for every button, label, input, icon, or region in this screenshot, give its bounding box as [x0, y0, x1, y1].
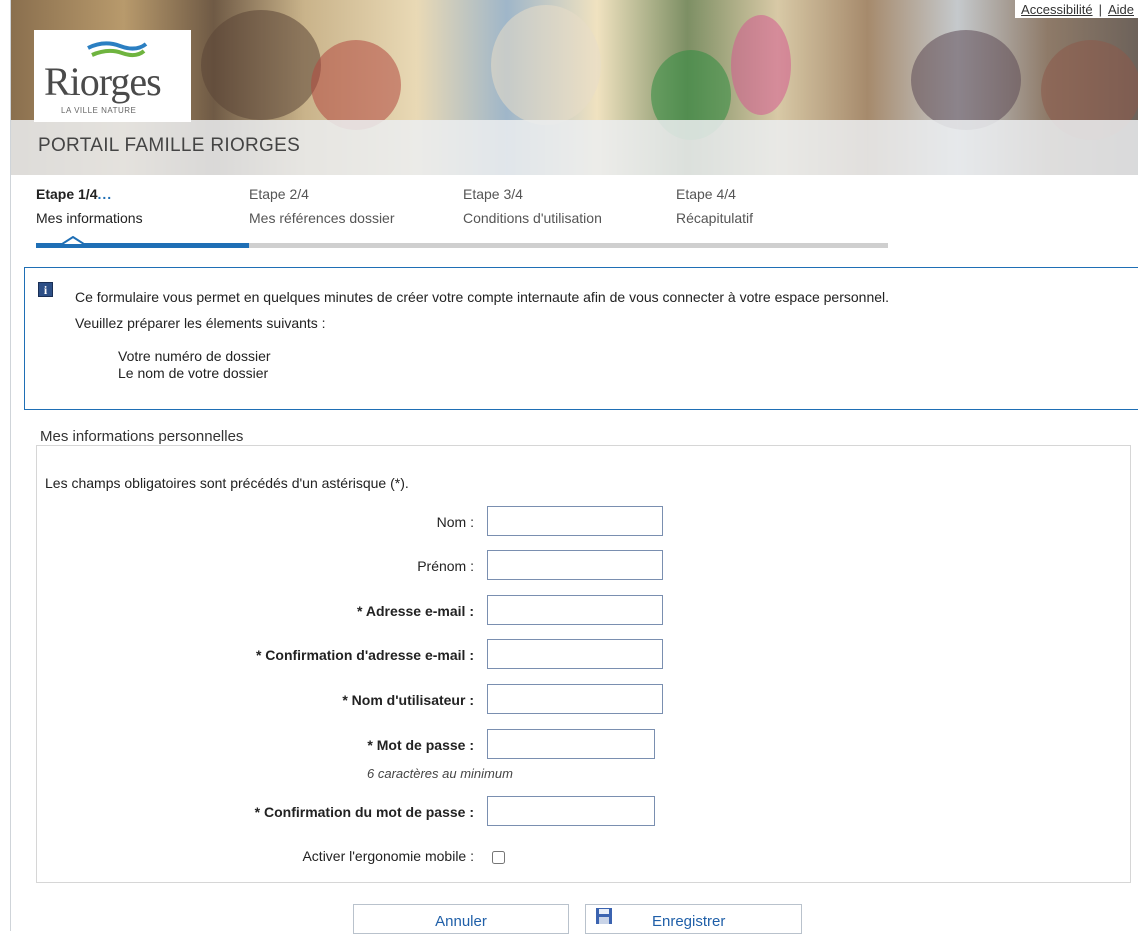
step-4-number: Etape 4/4	[676, 186, 736, 202]
step-2: Etape 2/4 Mes références dossier	[249, 186, 449, 226]
nom-input[interactable]	[487, 506, 663, 536]
help-link[interactable]: Aide	[1108, 2, 1134, 17]
username-input[interactable]	[487, 684, 663, 714]
form-row-password: * Mot de passe :	[0, 729, 1138, 761]
info-required-items: Votre numéro de dossier Le nom de votre …	[118, 348, 271, 382]
info-icon: i	[38, 282, 53, 297]
form-row-email-confirm: * Confirmation d'adresse e-mail :	[0, 639, 1138, 671]
password-input[interactable]	[487, 729, 655, 759]
save-button[interactable]: Enregistrer	[585, 904, 802, 934]
info-intro-text: Ce formulaire vous permet en quelques mi…	[75, 289, 890, 305]
form-row-password-confirm: * Confirmation du mot de passe :	[0, 796, 1138, 828]
email-confirm-label: * Confirmation d'adresse e-mail :	[255, 647, 474, 663]
logo-name: Riorges	[44, 59, 162, 104]
step-1: Etape 1/4... Mes informations	[36, 186, 236, 226]
step-4: Etape 4/4 Récapitulatif	[676, 186, 876, 226]
banner-photo-shape	[491, 5, 601, 125]
mobile-ergonomics-checkbox[interactable]	[492, 851, 505, 864]
floppy-disk-icon	[596, 908, 612, 924]
step-3: Etape 3/4 Conditions d'utilisation	[463, 186, 663, 226]
password-label: * Mot de passe :	[367, 737, 474, 753]
header-banner: Accessibilité | Aide Riorges LA VILLE NA…	[11, 0, 1138, 175]
username-label: * Nom d'utilisateur :	[342, 692, 474, 708]
step-3-label: Conditions d'utilisation	[463, 210, 602, 226]
logo[interactable]: Riorges LA VILLE NATURE	[34, 30, 191, 122]
current-step-caret-icon	[62, 236, 84, 245]
email-input[interactable]	[487, 595, 663, 625]
step-1-progress-dots: ...	[97, 186, 113, 202]
logo-waves-icon	[87, 41, 148, 58]
form-row-prenom: Prénom :	[0, 550, 1138, 582]
accessibility-link[interactable]: Accessibilité	[1021, 2, 1093, 17]
cancel-button-label: Annuler	[435, 913, 487, 930]
form-row-username: * Nom d'utilisateur :	[0, 684, 1138, 716]
cancel-button[interactable]: Annuler	[353, 904, 569, 934]
step-3-number: Etape 3/4	[463, 186, 523, 202]
fieldset-legend: Mes informations personnelles	[38, 428, 248, 445]
banner-photo-shape	[911, 30, 1021, 130]
list-item: Le nom de votre dossier	[118, 365, 269, 381]
top-links-separator: |	[1098, 1, 1102, 17]
form-row-nom: Nom :	[0, 506, 1138, 538]
step-2-number: Etape 2/4	[249, 186, 309, 202]
nom-label: Nom :	[436, 514, 474, 530]
mobile-ergonomics-label: Activer l'ergonomie mobile :	[302, 848, 474, 864]
step-1-label: Mes informations	[36, 210, 143, 226]
banner-photo-shape	[731, 15, 791, 115]
form-row-email: * Adresse e-mail :	[0, 595, 1138, 627]
top-links: Accessibilité | Aide	[1015, 0, 1138, 18]
password-confirm-label: * Confirmation du mot de passe :	[254, 804, 474, 820]
form-row-mobile: Activer l'ergonomie mobile :	[0, 840, 1138, 872]
email-confirm-input[interactable]	[487, 639, 663, 669]
save-button-label: Enregistrer	[652, 913, 726, 930]
info-panel: i Ce formulaire vous permet en quelques …	[24, 267, 1138, 410]
step-2-label: Mes références dossier	[249, 210, 395, 226]
prenom-label: Prénom :	[417, 558, 474, 574]
step-1-number: Etape 1/4	[36, 186, 98, 202]
password-hint: 6 caractères au minimum	[367, 766, 513, 781]
banner-photo-shape	[311, 40, 401, 130]
portal-title: PORTAIL FAMILLE RIORGES	[38, 135, 301, 156]
logo-tagline: LA VILLE NATURE	[61, 106, 137, 115]
prenom-input[interactable]	[487, 550, 663, 580]
list-item: Votre numéro de dossier	[118, 348, 271, 364]
email-label: * Adresse e-mail :	[357, 603, 474, 619]
password-confirm-input[interactable]	[487, 796, 655, 826]
info-prepare-text: Veuillez préparer les élements suivants …	[75, 315, 326, 331]
required-fields-note: Les champs obligatoires sont précédés d'…	[45, 475, 409, 491]
banner-photo-shape	[201, 10, 321, 120]
step-4-label: Récapitulatif	[676, 210, 754, 226]
